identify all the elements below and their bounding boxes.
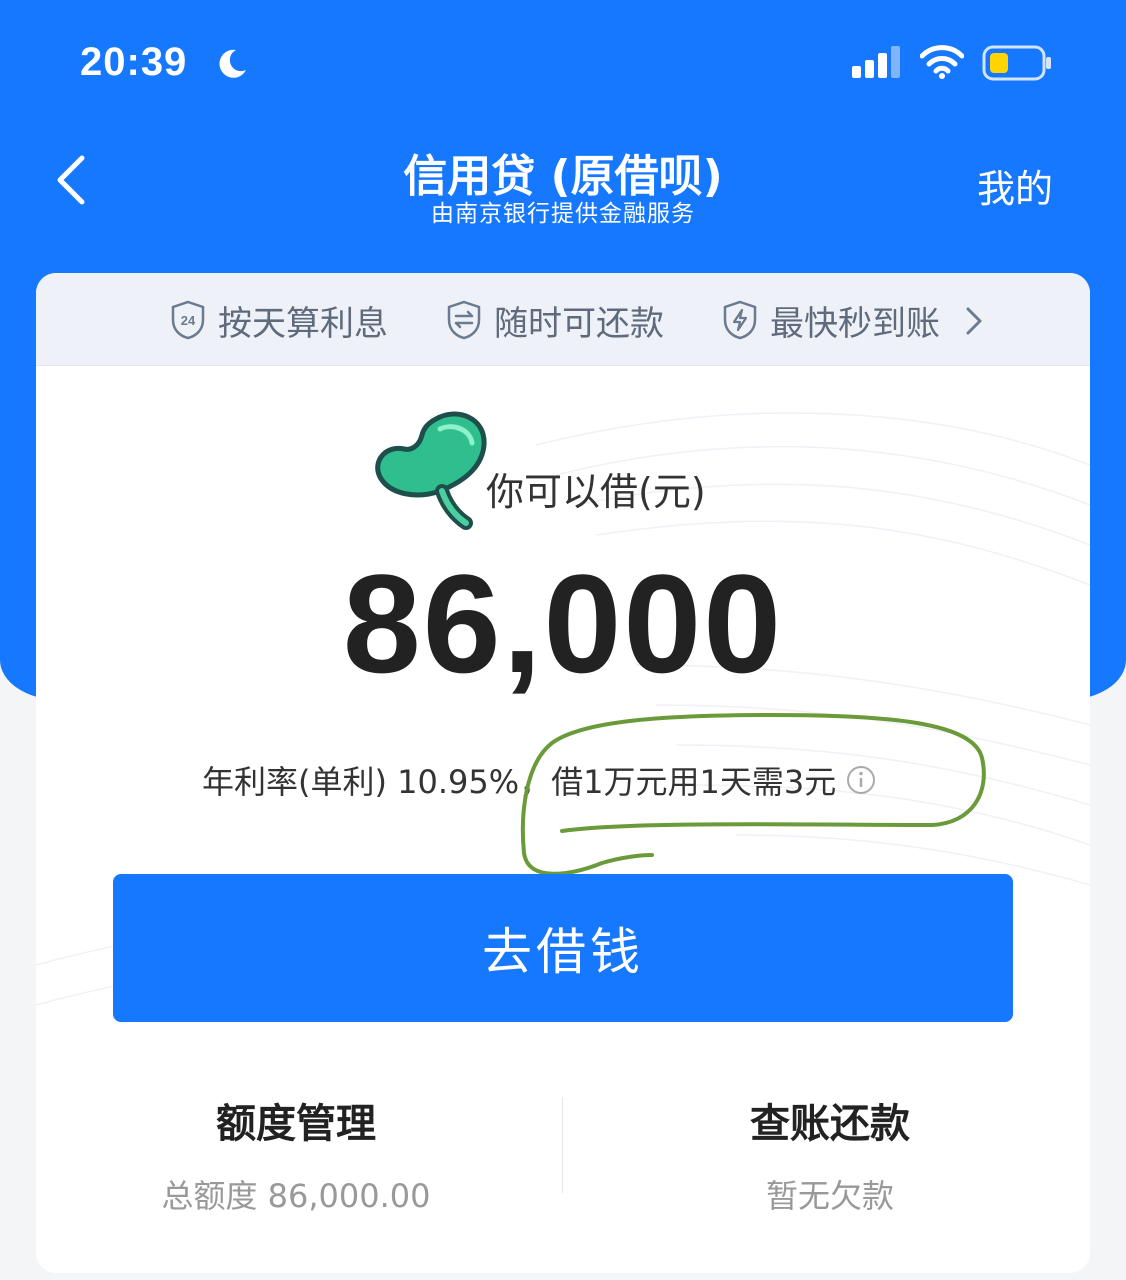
svg-text:24: 24 bbox=[181, 313, 196, 328]
feature-instant-arrival: 最快秒到账 bbox=[722, 295, 940, 345]
feature-label: 最快秒到账 bbox=[770, 303, 940, 344]
feature-label: 按天算利息 bbox=[218, 303, 388, 344]
battery-icon bbox=[982, 45, 1051, 81]
bill-repayment[interactable]: 查账还款 暂无欠款 bbox=[570, 1091, 1090, 1217]
quota-title: 额度管理 bbox=[216, 1101, 376, 1147]
bill-title: 查账还款 bbox=[750, 1101, 910, 1147]
24-shield-icon: 24 bbox=[171, 300, 205, 340]
quota-total: 总额度 86,000.00 bbox=[161, 1177, 431, 1215]
status-time: 20:39 bbox=[80, 40, 188, 84]
feature-daily-interest: 24 按天算利息 bbox=[170, 295, 388, 345]
quota-management[interactable]: 额度管理 总额度 86,000.00 bbox=[36, 1091, 556, 1217]
bill-status: 暂无欠款 bbox=[765, 1177, 894, 1215]
page-subtitle: 由南京银行提供金融服务 bbox=[431, 201, 695, 227]
feature-label: 随时可还款 bbox=[494, 303, 664, 344]
back-arrow-icon[interactable] bbox=[48, 150, 108, 210]
lightning-shield-icon bbox=[723, 300, 757, 340]
borrowable-amount: 86,000 bbox=[342, 545, 784, 702]
exchange-shield-icon bbox=[447, 300, 481, 340]
hand-drawn-annotation bbox=[520, 712, 986, 876]
feature-repay-anytime: 随时可还款 bbox=[446, 295, 664, 345]
bean-mascot-icon bbox=[375, 411, 487, 530]
status-bar: 20:39 bbox=[0, 0, 1126, 120]
loan-card: 24 按天算利息 随时可还款 最快秒到账 你可以借(元) 86,000 年利率(… bbox=[36, 273, 1090, 1273]
borrow-button[interactable]: 去借钱 bbox=[113, 874, 1013, 1022]
wifi-icon bbox=[920, 45, 964, 79]
divider bbox=[562, 1097, 563, 1193]
signal-icon bbox=[852, 46, 900, 78]
moon-icon bbox=[219, 49, 246, 78]
bottom-actions: 额度管理 总额度 86,000.00 查账还款 暂无欠款 bbox=[36, 1073, 1090, 1215]
features-strip[interactable]: 24 按天算利息 随时可还款 最快秒到账 bbox=[36, 273, 1090, 366]
chevron-right-icon[interactable] bbox=[964, 305, 984, 337]
mine-link[interactable]: 我的 bbox=[960, 158, 1070, 213]
borrowable-label: 你可以借(元) bbox=[486, 470, 706, 514]
